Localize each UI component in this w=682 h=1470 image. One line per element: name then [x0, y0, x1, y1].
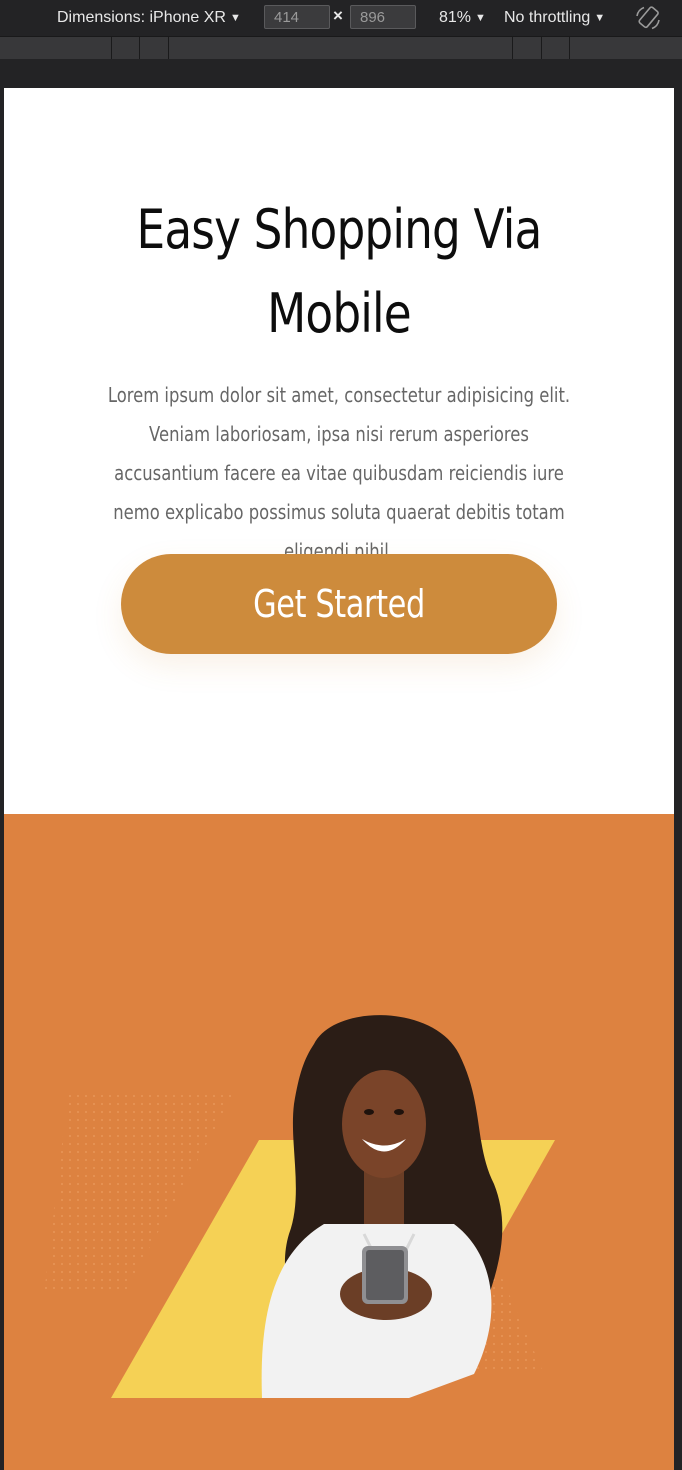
- dimensions-dropdown[interactable]: Dimensions: iPhone XR ▼: [57, 8, 241, 28]
- times-symbol: ×: [333, 6, 343, 25]
- get-started-label: Get Started: [253, 582, 425, 626]
- throttling-label: No throttling: [504, 9, 591, 26]
- hero-description: Lorem ipsum dolor sit amet, consectetur …: [107, 383, 571, 563]
- woman-with-phone-image: [261, 1015, 503, 1398]
- throttling-dropdown[interactable]: No throttling ▼: [504, 8, 605, 28]
- page-title: Easy Shopping Via Mobile: [136, 198, 543, 345]
- chevron-down-icon: ▼: [475, 12, 486, 24]
- rotate-device-icon[interactable]: [634, 4, 662, 32]
- devtools-toolbar: Dimensions: iPhone XR▼ × 81%▼ No throttl…: [0, 0, 682, 36]
- dimensions-label: Dimensions: iPhone XR: [57, 9, 226, 26]
- height-input[interactable]: [350, 5, 416, 29]
- width-input[interactable]: [264, 5, 330, 29]
- chevron-down-icon: ▼: [229, 12, 241, 24]
- device-viewport: Easy Shopping Via Mobile Lorem ipsum dol…: [4, 88, 674, 1470]
- hero-section: Easy Shopping Via Mobile Lorem ipsum dol…: [4, 88, 674, 814]
- chevron-down-icon: ▼: [594, 12, 606, 24]
- zoom-label: 81%: [439, 9, 472, 26]
- promo-illustration: [44, 1015, 555, 1398]
- promo-section: [4, 814, 674, 1470]
- get-started-button[interactable]: Get Started: [121, 554, 557, 654]
- media-query-ruler: [0, 36, 682, 59]
- zoom-dropdown[interactable]: 81% ▼: [439, 8, 486, 28]
